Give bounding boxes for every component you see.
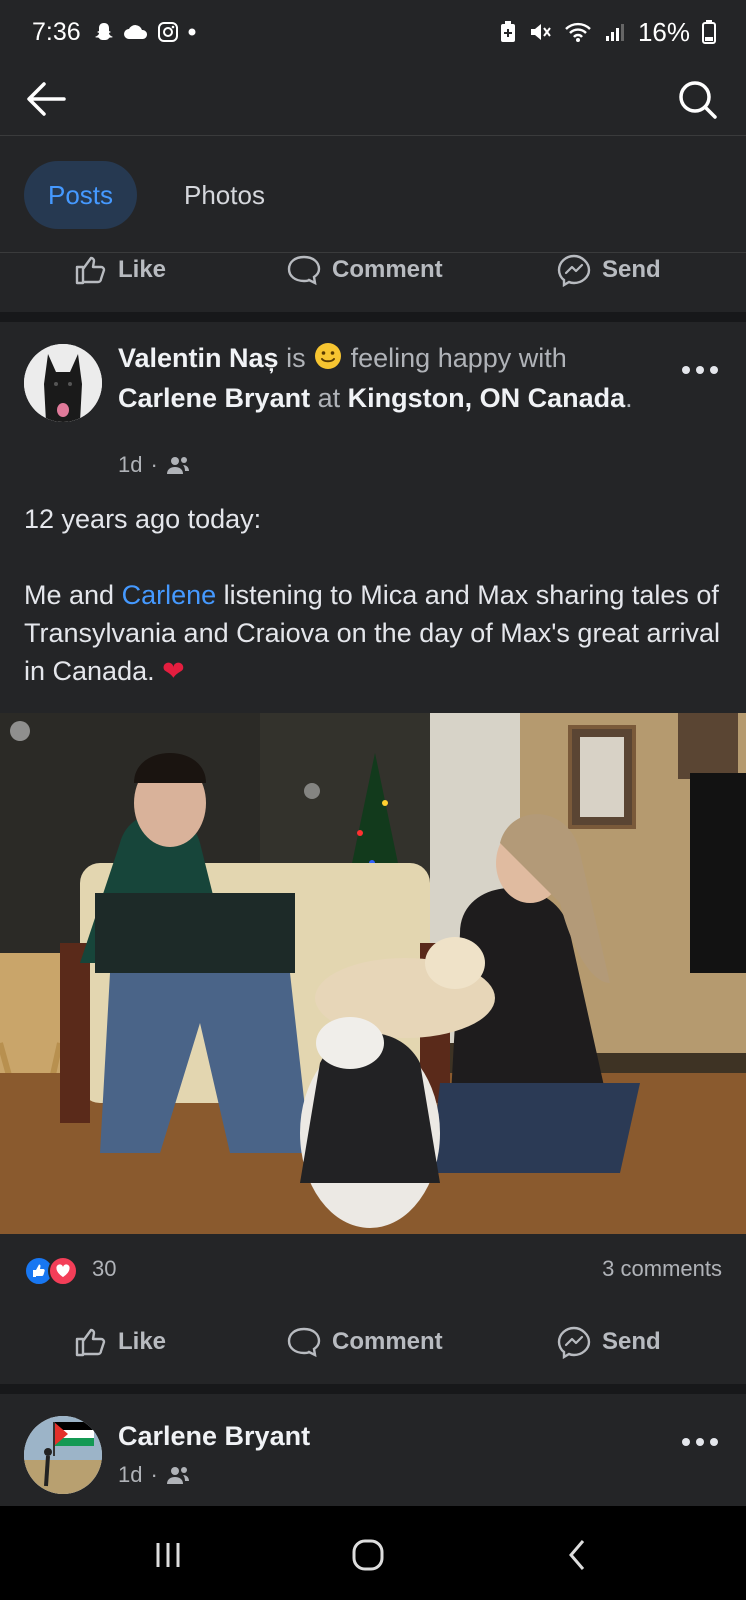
is-text: is <box>286 343 306 373</box>
chevron-left-icon <box>569 1540 585 1570</box>
next-post-header-text: Carlene Bryant <box>118 1418 638 1454</box>
like-button[interactable]: Like <box>74 1326 166 1358</box>
battery-saver-icon <box>500 21 515 42</box>
send-label: Send <box>602 256 661 283</box>
comment-button[interactable]: Comment <box>286 254 443 286</box>
post-time[interactable]: 1d <box>118 452 142 478</box>
like-label: Like <box>118 1328 167 1355</box>
wifi-icon <box>565 22 591 42</box>
living-room-photo <box>0 713 746 1234</box>
notification-icons <box>93 21 197 43</box>
author-name[interactable]: Valentin Naș <box>118 343 279 373</box>
messenger-icon <box>557 1326 591 1359</box>
next-author-name[interactable]: Carlene Bryant <box>118 1421 310 1451</box>
comment-icon <box>287 1327 321 1358</box>
top-bar <box>0 64 746 136</box>
back-nav-button[interactable] <box>548 1530 608 1580</box>
back-button[interactable] <box>22 76 72 122</box>
tab-bar: Posts Photos <box>0 137 746 253</box>
home-icon <box>352 1539 384 1571</box>
friends-audience-icon <box>166 457 189 474</box>
system-nav-bar <box>0 1506 746 1600</box>
comment-button[interactable]: Comment <box>286 1326 443 1358</box>
dot-icon <box>188 28 196 36</box>
like-button[interactable]: Like <box>74 254 166 286</box>
tab-photos[interactable]: Photos <box>160 161 289 229</box>
battery-percent: 16% <box>637 16 690 47</box>
previous-post-actions: Like Comment Send <box>0 240 746 300</box>
comment-label: Comment <box>332 1328 443 1355</box>
dog-avatar-image <box>24 344 102 422</box>
status-time: 7:36 <box>32 17 81 46</box>
love-reaction-icon <box>48 1256 78 1286</box>
location-link[interactable]: Kingston, ON Canada <box>348 383 626 413</box>
avatar[interactable] <box>24 1416 102 1494</box>
smiley-icon <box>313 341 343 380</box>
post-text-line1: 12 years ago today: <box>24 504 262 534</box>
signal-icon <box>605 24 624 41</box>
comment-label: Comment <box>332 256 443 283</box>
feeling-text: feeling happy with <box>350 343 567 373</box>
snapchat-icon <box>94 23 113 40</box>
tagged-name[interactable]: Carlene Bryant <box>118 383 310 413</box>
post-body: 12 years ago today: Me and Carlene liste… <box>24 500 724 728</box>
post-text-pre: Me and <box>24 580 115 610</box>
send-label: Send <box>602 1328 661 1355</box>
next-post-time[interactable]: 1d <box>118 1462 142 1488</box>
friends-audience-icon <box>166 1467 189 1484</box>
post-photo[interactable] <box>0 713 746 1234</box>
heart-emoji: ❤ <box>162 656 185 686</box>
more-options-button[interactable] <box>680 1422 720 1456</box>
reaction-icons[interactable] <box>24 1256 78 1286</box>
avatar[interactable] <box>24 344 102 422</box>
reaction-count[interactable]: 30 <box>92 1256 116 1282</box>
more-options-button[interactable] <box>680 350 720 384</box>
post-separator <box>0 312 746 322</box>
tab-posts[interactable]: Posts <box>24 161 138 229</box>
at-text: at <box>317 383 341 413</box>
thumbs-up-icon <box>75 1328 106 1357</box>
arrow-left-icon <box>27 82 66 116</box>
like-label: Like <box>118 256 167 283</box>
post-actions: Like Comment Send <box>0 1312 746 1372</box>
header-period: . <box>625 383 633 413</box>
meta-dot: · <box>150 452 158 477</box>
more-dots-icon <box>682 1438 718 1446</box>
messenger-icon <box>557 254 591 287</box>
post-separator <box>0 1384 746 1394</box>
instagram-icon <box>157 22 178 42</box>
send-button[interactable]: Send <box>556 1325 661 1359</box>
post-text-paragraph: Me and Carlene listening to Mica and Max… <box>24 576 724 690</box>
search-button[interactable] <box>674 76 722 124</box>
comments-count[interactable]: 3 comments <box>602 1256 722 1282</box>
reactions-summary: 30 3 comments <box>0 1248 746 1292</box>
thumbs-up-icon <box>75 256 106 285</box>
recent-apps-button[interactable] <box>138 1530 198 1580</box>
mute-icon <box>530 24 551 40</box>
home-button[interactable] <box>338 1530 398 1580</box>
post-meta: 1d · <box>118 452 190 478</box>
search-icon <box>679 81 717 119</box>
meta-dot: · <box>150 1462 158 1487</box>
status-bar: 7:36 16% <box>0 0 746 64</box>
post-header-text: Valentin Naș is feeling happy with Carle… <box>118 340 638 416</box>
recent-apps-icon <box>156 1543 180 1567</box>
comment-icon <box>287 255 321 286</box>
send-button[interactable]: Send <box>556 253 661 287</box>
flag-avatar-image <box>24 1416 102 1494</box>
cloud-icon <box>123 25 147 39</box>
system-icons: 16% <box>500 17 716 48</box>
more-dots-icon <box>682 366 718 374</box>
battery-icon <box>702 20 716 44</box>
next-post-header: Carlene Bryant 1d · <box>0 1398 746 1506</box>
next-post-meta: 1d · <box>118 1462 190 1488</box>
mention-link[interactable]: Carlene <box>122 580 217 610</box>
